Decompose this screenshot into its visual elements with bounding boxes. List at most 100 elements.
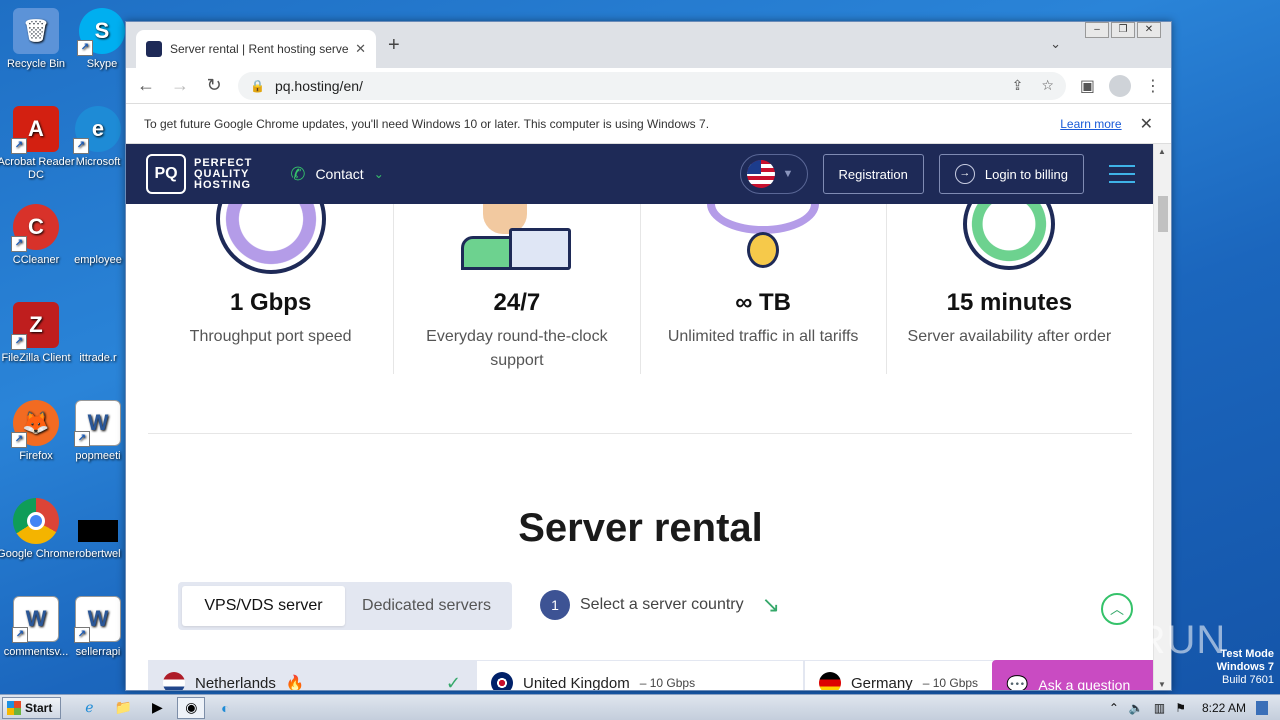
feature-item: 24/7 Everyday round-the-clock support <box>394 204 641 374</box>
acrobat-icon: A <box>11 106 59 154</box>
desktop-icon-recycle-bin[interactable]: 🗑 Recycle Bin <box>0 8 76 71</box>
country-option-netherlands[interactable]: Netherlands 🔥 ✓ <box>148 660 476 691</box>
desktop-icon-skype[interactable]: S Skype <box>72 8 132 71</box>
new-tab-button[interactable]: + <box>388 34 400 57</box>
toolbar: ← → ↻ 🔒 pq.hosting/en/ ⇪ ☆ ▣ ⋮ <box>126 68 1171 104</box>
scroll-down-arrow-icon[interactable]: ▼ <box>1158 680 1166 689</box>
tab-vps-vds[interactable]: VPS/VDS server <box>182 586 345 626</box>
country-list: Netherlands 🔥 ✓ United Kingdom – 10 Gbps… <box>148 660 1132 691</box>
side-panel-icon[interactable]: ▣ <box>1080 76 1095 96</box>
page-scrollbar[interactable]: ▲ ▼ <box>1153 144 1171 690</box>
server-type-toggle: VPS/VDS server Dedicated servers <box>178 582 512 630</box>
infobar-close-icon[interactable]: ✕ <box>1140 114 1153 134</box>
tab-title: Server rental | Rent hosting servers <box>170 42 350 56</box>
profile-avatar-icon[interactable] <box>1109 74 1131 97</box>
menu-kebab-icon[interactable]: ⋮ <box>1145 76 1161 96</box>
word-doc-icon: W <box>74 400 121 447</box>
step-label: Select a server country <box>580 596 744 613</box>
curved-arrow-icon: ↘ <box>761 592 781 617</box>
minimize-button[interactable]: – <box>1085 22 1109 38</box>
step-number: 1 <box>540 590 570 620</box>
language-selector[interactable]: ▼ <box>739 154 808 194</box>
netherlands-flag-icon <box>163 672 185 690</box>
firefox-icon: 🦊 <box>11 400 59 448</box>
page-content: PQ PERFECT QUALITY HOSTING ✆ Contact ⌄ ▼… <box>126 144 1155 691</box>
desktop-icon-popmeeti[interactable]: W popmeeti <box>70 400 126 463</box>
country-option-uk[interactable]: United Kingdom – 10 Gbps <box>476 660 804 690</box>
reload-icon[interactable]: ↻ <box>204 75 224 96</box>
tab-close-icon[interactable]: ✕ <box>355 41 366 57</box>
clock[interactable]: 8:22 AM <box>1202 701 1246 715</box>
chrome-window: Server rental | Rent hosting servers ✕ +… <box>125 21 1172 691</box>
internet-explorer-icon[interactable]: ℯ <box>75 697 103 719</box>
forward-arrow-icon[interactable]: → <box>170 75 190 96</box>
fire-icon: 🔥 <box>285 675 305 691</box>
restore-button[interactable]: ❐ <box>1111 22 1135 38</box>
ask-question-button[interactable]: 💬 Ask a question <box>992 660 1154 690</box>
chevron-down-icon: ⌄ <box>373 167 384 181</box>
windows-test-mode-watermark: Test Mode Windows 7 Build 7601 <box>1216 648 1274 686</box>
speedometer-icon <box>148 204 393 274</box>
bookmark-star-icon[interactable]: ☆ <box>1041 77 1054 94</box>
network-icon[interactable]: ▥ <box>1154 701 1165 715</box>
media-player-icon[interactable]: ▶ <box>143 697 171 719</box>
registration-button[interactable]: Registration <box>822 154 924 194</box>
scrollbar-thumb[interactable] <box>1158 196 1168 232</box>
section-title: Server rental <box>518 506 763 550</box>
infinity-traffic-icon <box>641 204 886 274</box>
desktop-icon-edge[interactable]: e Microsoft <box>70 106 126 169</box>
action-center-flag-icon[interactable]: ⚑ <box>1175 701 1186 715</box>
header-actions: ▼ Registration → Login to billing <box>739 154 1135 194</box>
support-agent-icon <box>394 204 639 274</box>
desktop-icon-acrobat[interactable]: A Acrobat Reader DC <box>0 106 76 182</box>
desktop-icon-robertwel[interactable]: robertwel <box>70 498 126 561</box>
anyrun-watermark: ANY RUN <box>1040 618 1227 662</box>
features-row: 1 Gbps Throughput port speed 24/7 Everyd… <box>148 204 1132 374</box>
uk-flag-icon <box>491 672 513 690</box>
desktop-icon-ittrade[interactable]: ittrade.r <box>70 302 126 365</box>
hamburger-menu-icon[interactable] <box>1109 165 1135 183</box>
volume-icon[interactable]: 🔈 <box>1129 701 1144 715</box>
ccleaner-icon: C <box>11 204 59 252</box>
skype-icon: S <box>77 8 125 56</box>
scroll-up-arrow-icon[interactable]: ▲ <box>1158 147 1166 156</box>
tab-strip: Server rental | Rent hosting servers ✕ +… <box>126 22 1171 68</box>
chrome-taskbar-icon[interactable]: ◉ <box>177 696 206 719</box>
filezilla-icon: Z <box>11 302 59 350</box>
file-explorer-icon[interactable]: 📁 <box>109 697 137 719</box>
feature-item: 15 minutes Server availability after ord… <box>887 204 1132 374</box>
contact-dropdown[interactable]: ✆ Contact ⌄ <box>290 164 383 185</box>
address-bar[interactable]: 🔒 pq.hosting/en/ ⇪ ☆ <box>238 71 1066 100</box>
desktop-icon-commentsv[interactable]: W commentsv... <box>0 596 76 659</box>
word-doc-icon: W <box>74 596 121 643</box>
show-desktop-icon[interactable] <box>1256 700 1268 715</box>
taskbar: Start ℯ 📁 ▶ ◉ ◐ ⌃ 🔈 ▥ ⚑ 8:22 AM <box>0 694 1280 720</box>
recycle-bin-icon: 🗑 <box>13 8 59 54</box>
logo-text: PERFECT QUALITY HOSTING <box>194 156 253 191</box>
desktop-icon-chrome[interactable]: Google Chrome <box>0 498 76 561</box>
desktop-icon-employee[interactable]: employee <box>70 204 126 267</box>
phone-icon: ✆ <box>290 163 306 184</box>
desktop-icon-ccleaner[interactable]: C CCleaner <box>0 204 76 267</box>
stopwatch-icon <box>887 204 1132 274</box>
desktop-icon-filezilla[interactable]: Z FileZilla Client <box>0 302 76 365</box>
blank-doc-icon <box>75 204 121 250</box>
share-icon[interactable]: ⇪ <box>1012 77 1024 94</box>
login-billing-button[interactable]: → Login to billing <box>938 154 1084 194</box>
back-arrow-icon[interactable]: ← <box>136 75 156 96</box>
edge-taskbar-icon[interactable]: ◐ <box>211 697 239 719</box>
start-button[interactable]: Start <box>2 696 62 719</box>
browser-tab[interactable]: Server rental | Rent hosting servers ✕ <box>136 30 376 68</box>
learn-more-link[interactable]: Learn more <box>1060 117 1121 131</box>
desktop-icon-firefox[interactable]: 🦊 Firefox <box>0 400 76 463</box>
site-logo[interactable]: PQ PERFECT QUALITY HOSTING <box>146 154 252 194</box>
close-window-button[interactable]: ✕ <box>1137 22 1161 38</box>
black-file-icon <box>75 498 121 544</box>
tab-search-chevron-icon[interactable]: ⌄ <box>1050 36 1061 52</box>
lock-icon[interactable]: 🔒 <box>250 79 265 93</box>
desktop-icon-sellerrapi[interactable]: W sellerrapi <box>70 596 126 659</box>
checkmark-icon: ✓ <box>445 672 461 691</box>
site-header: PQ PERFECT QUALITY HOSTING ✆ Contact ⌄ ▼… <box>126 144 1155 204</box>
tray-expand-icon[interactable]: ⌃ <box>1109 701 1119 715</box>
tab-dedicated[interactable]: Dedicated servers <box>345 586 508 626</box>
